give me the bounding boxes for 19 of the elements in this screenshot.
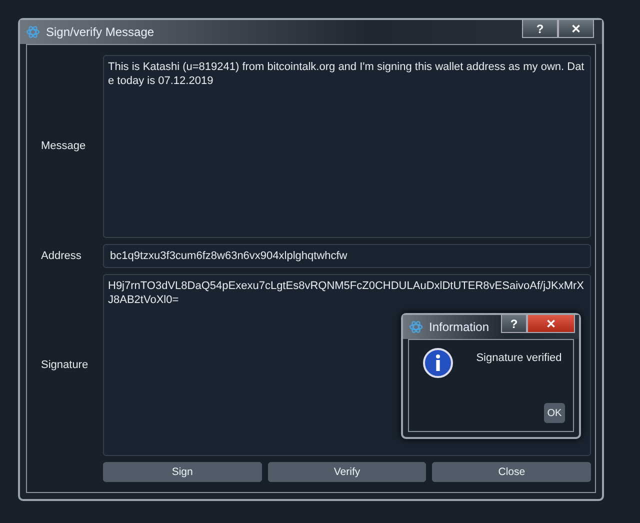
help-button[interactable]: ? — [501, 315, 527, 333]
atom-icon — [26, 25, 40, 39]
action-button[interactable]: Verify — [268, 462, 426, 482]
window-title: Information — [429, 320, 490, 334]
message-text: Signature verified — [476, 352, 562, 364]
atom-icon — [409, 320, 423, 334]
help-button[interactable]: ? — [522, 20, 558, 38]
field-label: Signature — [40, 358, 90, 371]
window-title: Sign/verify Message — [46, 25, 154, 39]
info-icon — [423, 348, 453, 378]
text-area[interactable]: This is Katashi (u=819241) from bitcointalk.org and I'm signing this wallet address as my own. Date today is 07.12.2019 — [103, 55, 591, 238]
field-label: Message — [40, 140, 87, 152]
action-button[interactable]: Close — [432, 462, 592, 482]
input-field[interactable]: bc1q9tzxu3f3cum6fz8w63n6vx904xlplghqtwhcfw — [103, 244, 591, 268]
field-label: Address — [40, 250, 82, 262]
ok-button[interactable]: OK — [544, 403, 565, 423]
action-button[interactable]: Sign — [103, 462, 262, 482]
close-button[interactable]: ✕ — [558, 20, 594, 38]
close-button[interactable]: ✕ — [527, 315, 575, 333]
